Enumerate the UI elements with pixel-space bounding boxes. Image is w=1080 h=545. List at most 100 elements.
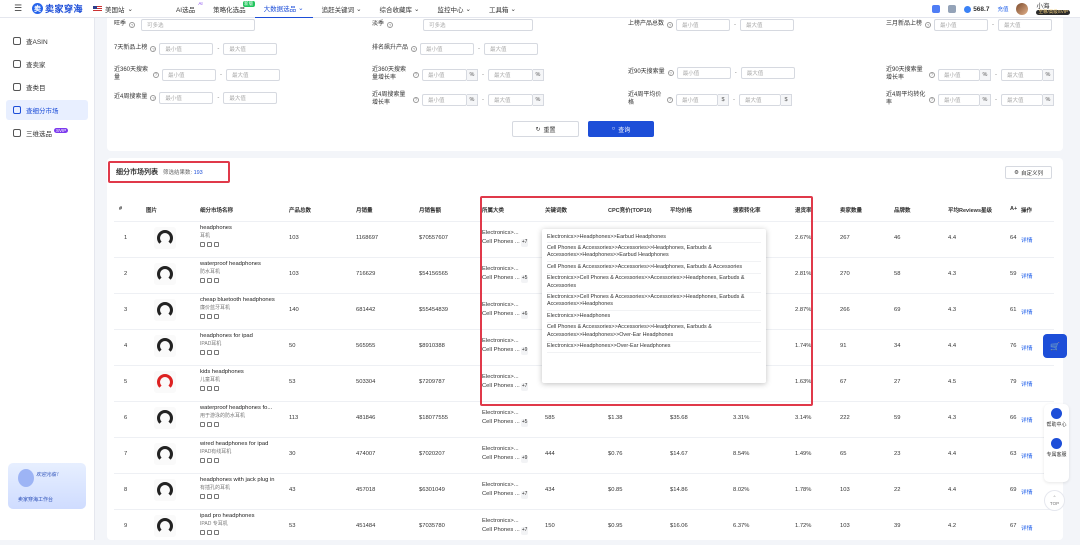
4w-conversion-max[interactable]: 最大值 bbox=[1001, 93, 1043, 106]
rank-surge-max[interactable]: 最大值 bbox=[484, 43, 539, 55]
col-header-total[interactable]: 产品总数 bbox=[289, 206, 311, 214]
help-icon[interactable]: ? bbox=[929, 96, 935, 103]
popover-category-item[interactable]: Electronics>>Headphones>>Earbud Headphon… bbox=[547, 232, 761, 244]
more-categories-badge[interactable]: +6 bbox=[520, 310, 529, 319]
more-categories-badge[interactable]: +9 bbox=[520, 454, 529, 463]
col-header-units[interactable]: 月销量 bbox=[356, 206, 373, 214]
90d-growth-max[interactable]: 最大值 bbox=[1001, 68, 1043, 81]
copy-icon[interactable] bbox=[200, 422, 205, 427]
rank-surge-min[interactable]: 最小值 bbox=[420, 43, 475, 55]
4w-price-min[interactable]: 最小值 bbox=[676, 93, 718, 106]
copy-icon[interactable] bbox=[200, 458, 205, 463]
4w-growth-min[interactable]: 最小值 bbox=[422, 93, 467, 106]
360d-growth-min[interactable]: 最小值 bbox=[422, 68, 467, 81]
star-icon[interactable] bbox=[207, 494, 212, 499]
copy-icon[interactable] bbox=[200, 278, 205, 283]
sidebar-item-seller[interactable]: 查卖家 bbox=[6, 54, 88, 74]
category-cell[interactable]: Electronics>... Cell Phones ... +7 bbox=[482, 517, 529, 535]
col-header-keywords[interactable]: 关键词数 bbox=[545, 206, 567, 214]
market-name-en[interactable]: wired headphones for ipad bbox=[200, 441, 268, 447]
col-header-conversion[interactable]: 搜索转化率 bbox=[733, 206, 761, 214]
nav-keywords[interactable]: 追赶关键词 ⌄ bbox=[313, 0, 371, 18]
cart-button[interactable]: 🛒 bbox=[1043, 334, 1067, 358]
help-center-link[interactable]: 帮助中心 bbox=[1046, 421, 1066, 428]
star-icon[interactable] bbox=[207, 458, 212, 463]
4w-conversion-min[interactable]: 最小值 bbox=[938, 93, 980, 106]
avatar[interactable] bbox=[1016, 3, 1029, 15]
table-row[interactable]: 6 waterproof headphones fo... 用于游泳的防水耳机 … bbox=[114, 401, 1054, 437]
market-name-en[interactable]: headphones bbox=[200, 225, 232, 231]
share-icon[interactable] bbox=[214, 242, 219, 247]
market-name-en[interactable]: waterproof headphones bbox=[200, 261, 261, 267]
reset-button[interactable]: ↻ 重置 bbox=[512, 121, 579, 137]
sidebar-item-niche-market[interactable]: 查细分市场 bbox=[6, 100, 88, 120]
more-categories-badge[interactable]: +7 bbox=[520, 382, 529, 391]
site-selector[interactable]: 美国站 ⌄ bbox=[93, 4, 133, 14]
popover-category-item[interactable]: Electronics>>Headphones bbox=[547, 311, 761, 323]
detail-link[interactable]: 详情 bbox=[1021, 307, 1033, 316]
sidebar-item-category[interactable]: 查类目 bbox=[6, 77, 88, 97]
share-icon[interactable] bbox=[214, 350, 219, 355]
nav-favorites[interactable]: 综合收藏库 ⌄ bbox=[371, 0, 429, 18]
more-categories-badge[interactable]: +9 bbox=[520, 346, 529, 355]
bell-icon[interactable] bbox=[948, 5, 957, 13]
product-image[interactable] bbox=[154, 407, 176, 429]
category-cell[interactable]: Electronics>... Cell Phones ... +7 bbox=[482, 229, 529, 247]
share-icon[interactable] bbox=[214, 278, 219, 283]
help-icon[interactable]: ? bbox=[667, 96, 673, 103]
col-header-revenue[interactable]: 月销售额 bbox=[419, 206, 441, 214]
share-icon[interactable] bbox=[214, 314, 219, 319]
app-icon[interactable] bbox=[932, 5, 941, 13]
detail-link[interactable]: 详情 bbox=[1021, 271, 1033, 280]
copy-icon[interactable] bbox=[200, 530, 205, 535]
help-icon[interactable]: ? bbox=[150, 95, 157, 101]
product-image[interactable] bbox=[154, 335, 176, 357]
star-icon[interactable] bbox=[207, 386, 212, 391]
detail-link[interactable]: 详情 bbox=[1021, 235, 1033, 244]
share-icon[interactable] bbox=[214, 530, 219, 535]
help-icon[interactable]: ? bbox=[925, 22, 932, 28]
star-icon[interactable] bbox=[207, 350, 212, 355]
popover-category-item[interactable]: Cell Phones & Accessories>>Accessories>>… bbox=[547, 262, 761, 274]
360d-search-min[interactable]: 最小值 bbox=[162, 68, 216, 81]
ranked-products-max[interactable]: 最大值 bbox=[740, 19, 795, 31]
90d-growth-min[interactable]: 最小值 bbox=[938, 68, 980, 81]
recharge-link[interactable]: 充值 bbox=[997, 5, 1008, 13]
market-name-en[interactable]: cheap bluetooth headphones bbox=[200, 297, 275, 303]
brand-logo[interactable]: 卖 卖家穿海 bbox=[32, 2, 83, 15]
popover-category-item[interactable]: Cell Phones & Accessories>>Accessories>>… bbox=[547, 323, 761, 342]
4w-search-max[interactable]: 最大值 bbox=[223, 92, 278, 104]
90d-search-min[interactable]: 最小值 bbox=[676, 67, 731, 79]
help-icon[interactable] bbox=[1051, 408, 1062, 419]
360d-growth-max[interactable]: 最大值 bbox=[488, 68, 533, 81]
help-icon[interactable]: ? bbox=[413, 96, 419, 103]
help-icon[interactable]: ? bbox=[387, 22, 394, 28]
7day-new-min[interactable]: 最小值 bbox=[159, 43, 214, 55]
help-icon[interactable]: ? bbox=[150, 46, 157, 52]
market-name-en[interactable]: headphones for ipad bbox=[200, 333, 253, 339]
7day-new-max[interactable]: 最大值 bbox=[223, 43, 278, 55]
ranked-products-min[interactable]: 最小值 bbox=[676, 19, 731, 31]
share-icon[interactable] bbox=[214, 494, 219, 499]
custom-columns-button[interactable]: ⚙ 自定义列 bbox=[1005, 166, 1052, 179]
category-cell[interactable]: Electronics>... Cell Phones ... +7 bbox=[482, 373, 529, 391]
category-cell[interactable]: Electronics>... Cell Phones ... +9 bbox=[482, 337, 529, 355]
360d-search-max[interactable]: 最大值 bbox=[226, 68, 280, 81]
query-button[interactable]: ○ 查询 bbox=[588, 121, 654, 137]
3month-new-min[interactable]: 最小值 bbox=[934, 19, 989, 31]
copy-icon[interactable] bbox=[200, 494, 205, 499]
category-cell[interactable]: Electronics>... Cell Phones ... +7 bbox=[482, 481, 529, 499]
table-row[interactable]: 8 headphones with jack plug in 有插孔的耳机 43… bbox=[114, 473, 1054, 509]
peak-season-select[interactable]: 可多选 bbox=[141, 19, 256, 31]
product-image[interactable] bbox=[154, 479, 176, 501]
more-categories-badge[interactable]: +7 bbox=[520, 526, 529, 535]
nav-toolbox[interactable]: 工具箱 ⌄ bbox=[480, 0, 525, 18]
help-icon[interactable]: ? bbox=[411, 46, 418, 52]
4w-growth-max[interactable]: 最大值 bbox=[488, 93, 533, 106]
nav-bigdata-selection[interactable]: 大数据选品 ⌄ bbox=[254, 0, 313, 18]
copy-icon[interactable] bbox=[200, 242, 205, 247]
star-icon[interactable] bbox=[207, 242, 212, 247]
col-header-stars[interactable]: 平均Reviews星级 bbox=[948, 206, 992, 214]
menu-icon[interactable]: ☰ bbox=[14, 3, 24, 14]
user-info[interactable]: 小海 至尊/高级SVIP bbox=[1036, 3, 1070, 16]
